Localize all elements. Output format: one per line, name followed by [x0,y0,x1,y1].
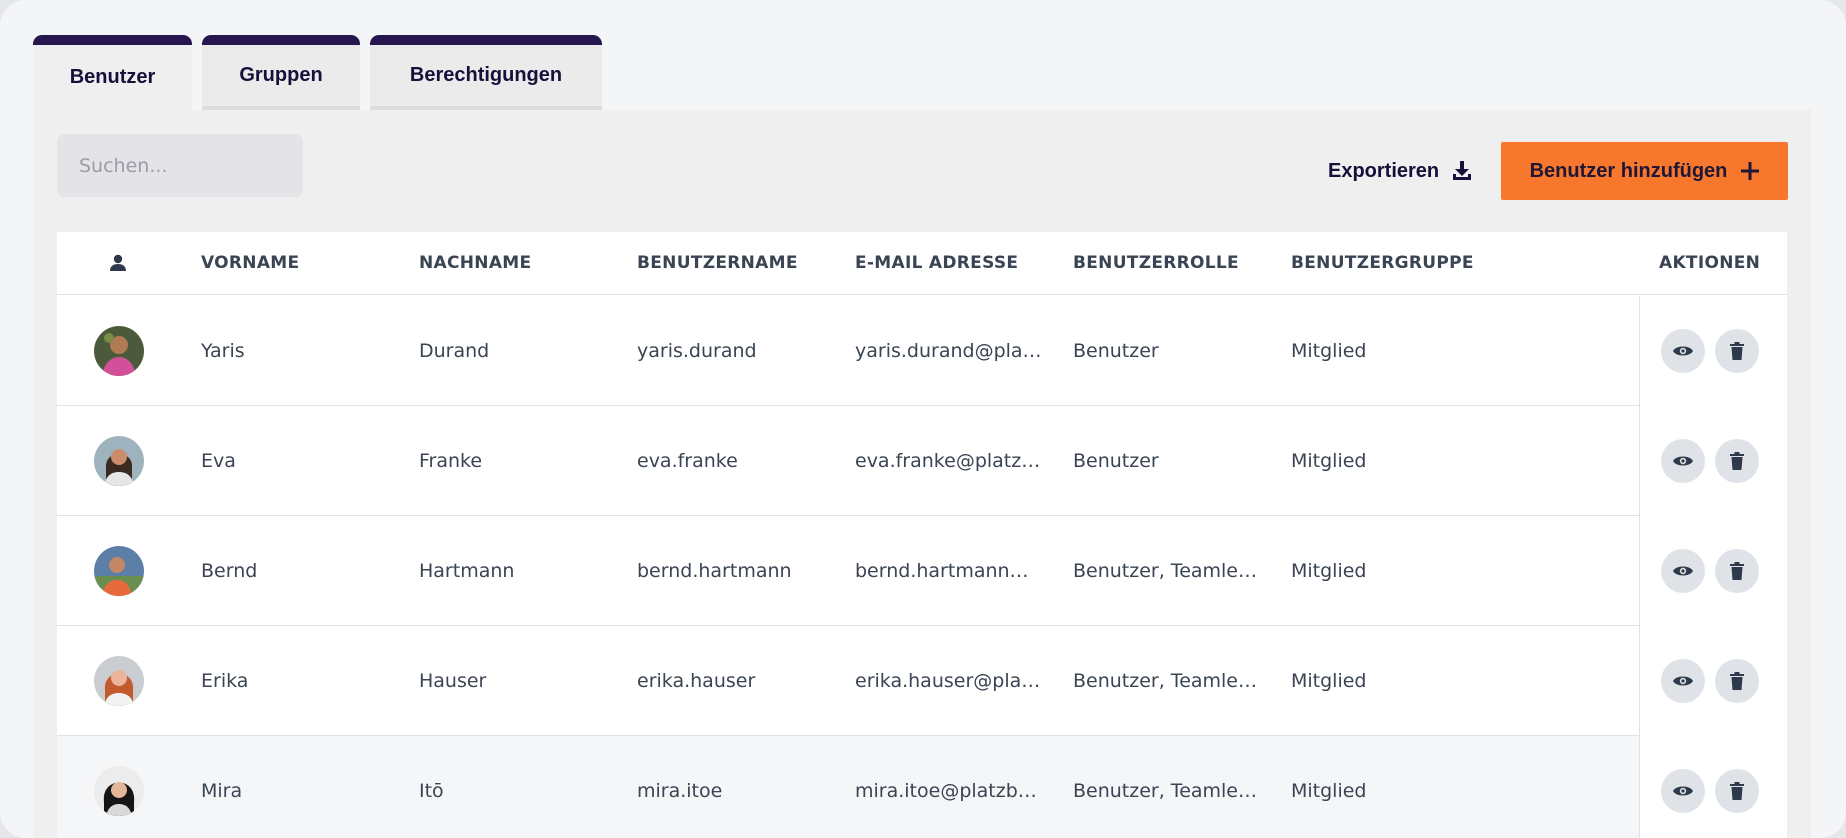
cell-last-name: Hauser [419,670,487,692]
cell-role: Benutzer [1073,450,1159,472]
eye-icon [1673,346,1693,356]
cell-email: yaris.durand@pla… [855,340,1042,362]
view-button[interactable] [1661,549,1705,593]
avatar [94,436,144,486]
trash-icon [1730,452,1744,470]
users-table: VORNAME NACHNAME BENUTZERNAME E-MAIL ADR… [57,232,1787,838]
col-benutzerrolle[interactable]: BENUTZERROLLE [1073,232,1239,295]
row-actions [1639,406,1787,516]
cell-group: Mitglied [1291,450,1367,472]
delete-button[interactable] [1715,659,1759,703]
cell-group: Mitglied [1291,780,1367,802]
cell-first-name: Bernd [201,560,258,582]
export-button[interactable]: Exportieren [1328,154,1473,188]
view-button[interactable] [1661,769,1705,813]
tab-berechtigungen[interactable]: Berechtigungen [370,35,602,110]
add-user-button[interactable]: Benutzer hinzufügen [1501,142,1788,200]
cell-last-name: Hartmann [419,560,515,582]
view-button[interactable] [1661,659,1705,703]
eye-icon [1673,566,1693,576]
cell-last-name: Franke [419,450,483,472]
plus-icon [1741,162,1760,180]
avatar [94,766,144,816]
col-aktionen: AKTIONEN [1659,253,1761,273]
col-nachname[interactable]: NACHNAME [419,232,531,295]
avatar [94,326,144,376]
cell-group: Mitglied [1291,560,1367,582]
table-row[interactable]: Eva Franke eva.franke eva.franke@platz… … [57,406,1787,516]
avatar [94,546,144,596]
col-benutzername[interactable]: BENUTZERNAME [637,232,798,295]
cell-role: Benutzer, Teamle… [1073,780,1257,802]
view-button[interactable] [1661,439,1705,483]
trash-icon [1730,782,1744,800]
eye-icon [1673,456,1693,466]
row-actions [1639,516,1787,626]
trash-icon [1730,562,1744,580]
cell-email: mira.itoe@platzb… [855,780,1037,802]
row-actions [1639,626,1787,736]
table-row[interactable]: Bernd Hartmann bernd.hartmann bernd.hart… [57,516,1787,626]
table-header: VORNAME NACHNAME BENUTZERNAME E-MAIL ADR… [57,232,1787,295]
cell-username: bernd.hartmann [637,560,792,582]
export-label: Exportieren [1328,159,1440,182]
col-vorname[interactable]: VORNAME [201,232,299,295]
table-row[interactable]: Erika Hauser erika.hauser erika.hauser@p… [57,626,1787,736]
cell-username: mira.itoe [637,780,723,802]
add-user-label: Benutzer hinzufügen [1529,159,1728,182]
cell-last-name: Durand [419,340,490,362]
user-icon [110,254,126,271]
cell-role: Benutzer, Teamle… [1073,670,1257,692]
tab-gruppen[interactable]: Gruppen [202,35,360,110]
cell-first-name: Erika [201,670,249,692]
cell-group: Mitglied [1291,670,1367,692]
cell-email: erika.hauser@pla… [855,670,1041,692]
cell-first-name: Eva [201,450,236,472]
row-actions [1639,296,1787,406]
view-button[interactable] [1661,329,1705,373]
download-icon [1453,161,1472,180]
col-benutzergruppe[interactable]: BENUTZERGRUPPE [1291,232,1474,295]
table-row[interactable]: Yaris Durand yaris.durand yaris.durand@p… [57,296,1787,406]
delete-button[interactable] [1715,769,1759,813]
tab-benutzer[interactable]: Benutzer [33,35,192,110]
eye-icon [1673,786,1693,796]
delete-button[interactable] [1715,439,1759,483]
cell-last-name: Itō [419,780,444,802]
search-input[interactable] [79,154,322,177]
cell-role: Benutzer [1073,340,1159,362]
cell-username: erika.hauser [637,670,756,692]
cell-first-name: Mira [201,780,243,802]
cell-username: yaris.durand [637,340,757,362]
cell-username: eva.franke [637,450,738,472]
delete-button[interactable] [1715,549,1759,593]
cell-email: eva.franke@platz… [855,450,1041,472]
delete-button[interactable] [1715,329,1759,373]
cell-email: bernd.hartmann… [855,560,1029,582]
users-panel: Exportieren Benutzer hinzufügen VORNAME [33,110,1811,838]
avatar [94,656,144,706]
cell-group: Mitglied [1291,340,1367,362]
search-box[interactable] [57,134,322,197]
trash-icon [1730,342,1744,360]
cell-first-name: Yaris [201,340,245,362]
table-row[interactable]: Mira Itō mira.itoe mira.itoe@platzb… Ben… [57,736,1787,838]
cell-role: Benutzer, Teamle… [1073,560,1257,582]
row-actions [1639,736,1787,838]
col-email[interactable]: E-MAIL ADRESSE [855,232,1018,295]
tab-bar: Benutzer Gruppen Berechtigungen [33,35,612,110]
app-frame: Benutzer Gruppen Berechtigungen Exportie… [0,0,1846,838]
eye-icon [1673,676,1693,686]
trash-icon [1730,672,1744,690]
